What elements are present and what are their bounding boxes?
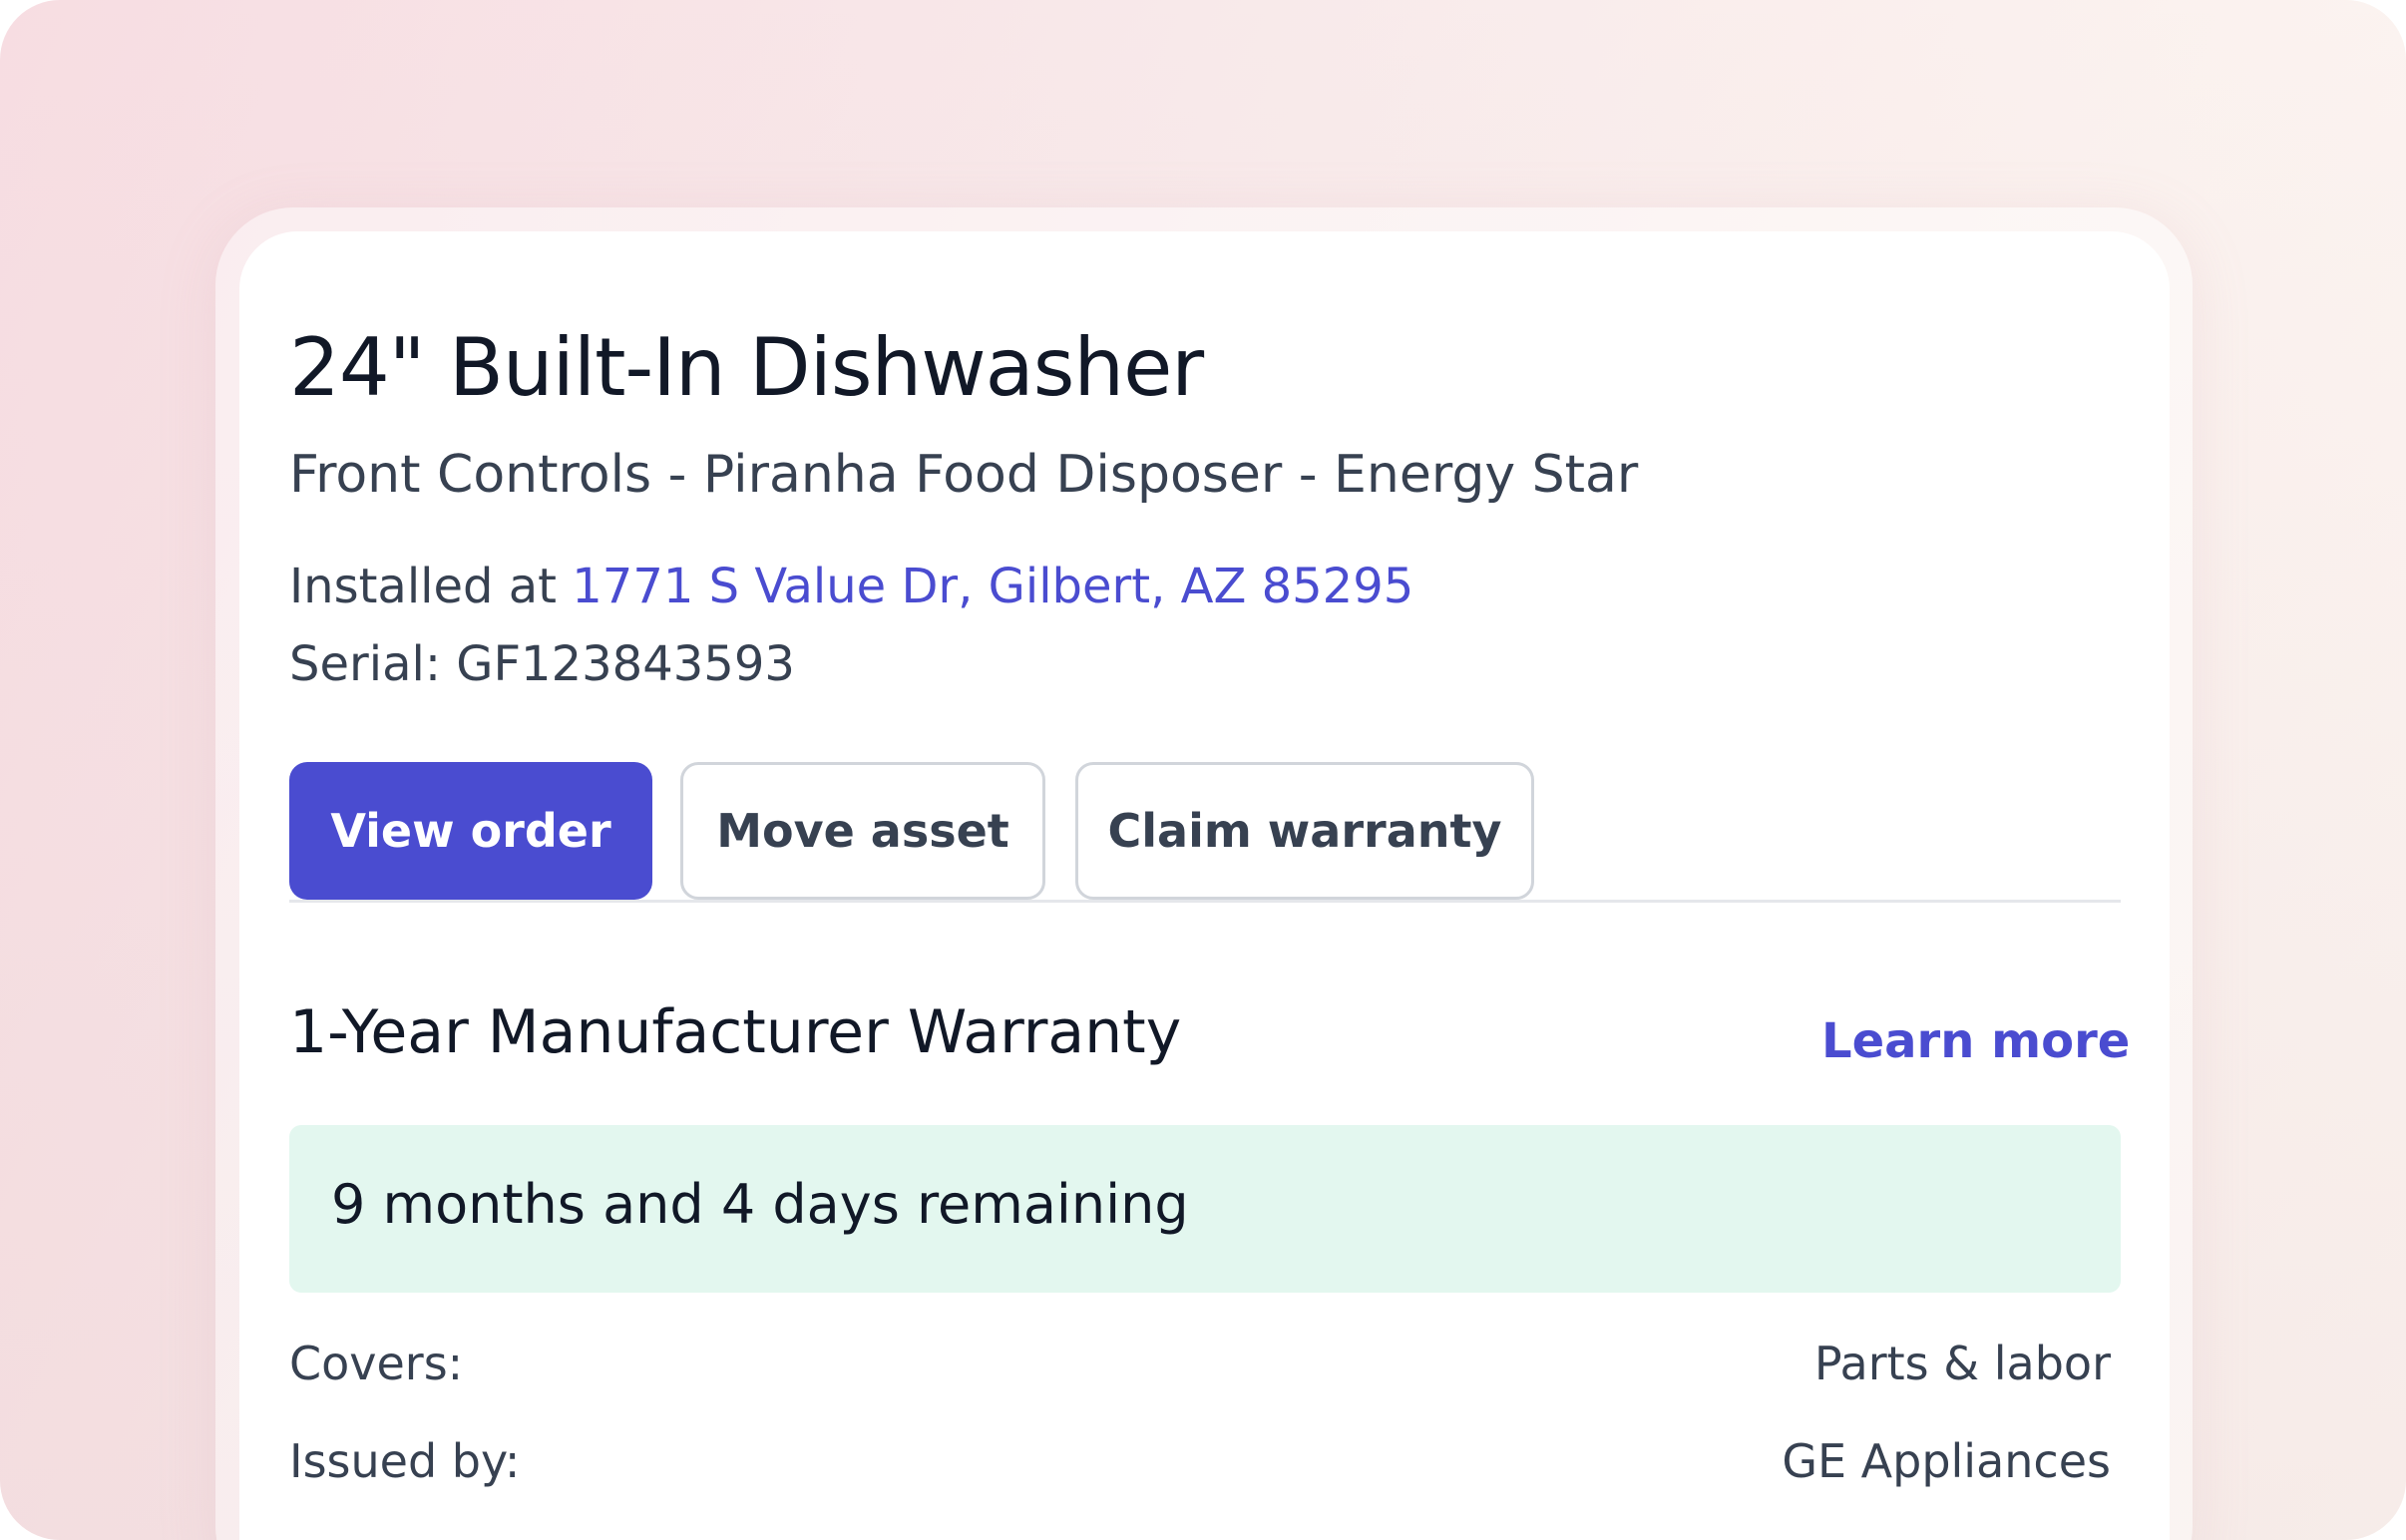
issued-by-value: GE Appliances [1782,1434,2111,1488]
background: 24" Built-In Dishwasher Front Controls -… [0,0,2406,1540]
divider [289,900,2121,903]
serial-label: Serial: [289,636,457,692]
issued-by-label: Issued by: [289,1434,521,1488]
warranty-remaining-banner: 9 months and 4 days remaining [289,1125,2121,1293]
serial-number: Serial: GF123843593 [289,636,795,692]
warranty-title: 1-Year Manufacturer Warranty [289,997,1182,1067]
warranty-remaining-text: 9 months and 4 days remaining [331,1173,1189,1236]
claim-warranty-button[interactable]: Claim warranty [1075,762,1534,900]
address-link[interactable]: 1771 S Value Dr, Gilbert, AZ 85295 [572,559,1413,614]
covers-value: Parts & labor [1813,1337,2111,1390]
installed-label: Installed at [289,559,573,614]
move-asset-button[interactable]: Move asset [680,762,1045,900]
product-title: 24" Built-In Dishwasher [289,321,1204,414]
learn-more-link[interactable]: Learn more [1821,1013,2130,1069]
product-subtitle: Front Controls - Piranha Food Disposer -… [289,445,1639,505]
installed-location: Installed at 1771 S Value Dr, Gilbert, A… [289,559,1413,614]
covers-label: Covers: [289,1337,464,1390]
view-order-button[interactable]: View order [289,762,652,900]
serial-value: GF123843593 [456,636,795,692]
